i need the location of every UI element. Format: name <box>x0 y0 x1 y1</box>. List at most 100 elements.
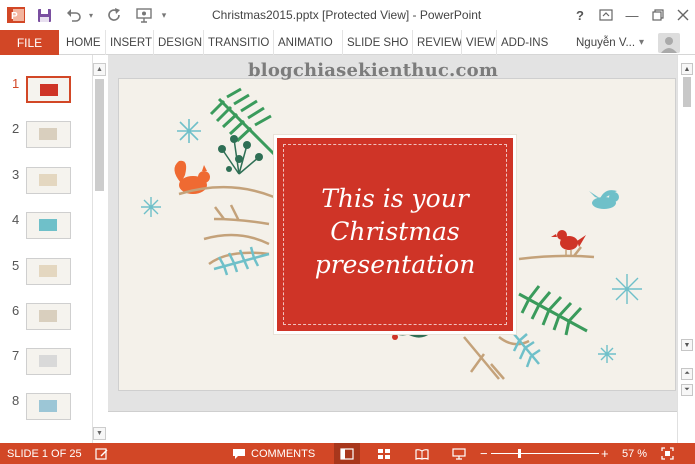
next-slide-icon[interactable]: ⏷ <box>681 384 693 396</box>
fern-icon <box>512 333 541 368</box>
slide-thumbnail[interactable]: 3 <box>0 163 92 203</box>
scroll-down-arrow-icon[interactable]: ▼ <box>681 339 693 351</box>
ribbon-display-icon[interactable] <box>593 2 619 28</box>
title-placeholder[interactable]: This is your Christmas presentation <box>274 135 516 334</box>
slide-number: 7 <box>12 348 20 363</box>
user-name: Nguyễn V... <box>576 36 636 49</box>
slide-thumbnail-image[interactable] <box>26 76 71 103</box>
tab-home[interactable]: HOME <box>62 30 106 55</box>
slide-thumbnail-image[interactable] <box>26 258 71 285</box>
tab-design[interactable]: DESIGN <box>154 30 204 55</box>
title-bar: P ▾ ▾ Christmas2015.pptx [Protected View… <box>0 0 695 30</box>
notes-pane[interactable] <box>108 411 677 443</box>
slide-number: 3 <box>12 167 20 182</box>
thumbnail-content <box>39 128 57 140</box>
save-icon[interactable] <box>32 3 56 27</box>
thumbnail-content <box>39 355 57 367</box>
minimize-button[interactable]: — <box>619 2 645 28</box>
redo-icon[interactable] <box>102 3 126 27</box>
tab-view[interactable]: VIEW <box>462 30 497 55</box>
normal-view-icon[interactable] <box>334 443 360 464</box>
slide-thumbnail-image[interactable] <box>26 121 71 148</box>
comments-label: COMMENTS <box>251 447 316 460</box>
slide-thumbnail[interactable]: 4 <box>0 208 92 248</box>
tab-transitions[interactable]: TRANSITIO <box>204 30 274 55</box>
branch-icon <box>518 246 595 261</box>
restore-icon[interactable] <box>645 2 671 28</box>
slide-thumbnail-image[interactable] <box>26 393 71 420</box>
reading-view-icon[interactable] <box>415 443 429 464</box>
previous-slide-icon[interactable]: ⏶ <box>681 368 693 380</box>
slide-show-icon[interactable] <box>452 443 466 464</box>
quick-access-toolbar: P ▾ ▾ <box>0 0 172 30</box>
tab-slide-show[interactable]: SLIDE SHO <box>343 30 413 55</box>
tab-file[interactable]: FILE <box>0 30 59 55</box>
berry-branch-icon <box>218 135 263 175</box>
scroll-down-arrow-icon[interactable]: ▼ <box>93 427 106 440</box>
tab-animations[interactable]: ANIMATIO <box>274 30 343 55</box>
slide-counter: SLIDE 1 OF 25 <box>7 447 82 460</box>
tab-insert[interactable]: INSERT <box>106 30 154 55</box>
undo-dropdown-icon[interactable]: ▾ <box>86 3 96 27</box>
slide-number: 8 <box>12 393 20 408</box>
scroll-up-arrow-icon[interactable]: ▲ <box>681 63 693 75</box>
zoom-out-button[interactable]: − <box>480 443 488 464</box>
thumbnail-content <box>39 265 57 277</box>
current-slide[interactable]: This is your Christmas presentation <box>118 78 676 391</box>
bird-icon <box>551 230 586 256</box>
slide-thumbnail-image[interactable] <box>26 303 71 330</box>
zoom-in-button[interactable]: + <box>601 443 609 464</box>
slide-number: 6 <box>12 303 20 318</box>
slide-thumbnail[interactable]: 1 <box>0 72 92 112</box>
slide-thumbnail[interactable]: 2 <box>0 117 92 157</box>
zoom-slider[interactable] <box>491 453 599 454</box>
snowflake-icon <box>141 197 161 217</box>
help-button[interactable]: ? <box>567 2 593 28</box>
slide-thumbnail-image[interactable] <box>26 167 71 194</box>
slide-scrollbar[interactable]: ▲ ▼ ⏶ ⏷ <box>677 55 695 443</box>
scrollbar-thumb[interactable] <box>95 79 104 191</box>
presenter-icon[interactable] <box>132 3 156 27</box>
slide-thumbnail[interactable]: 8 <box>0 389 92 429</box>
slide-thumbnail-image[interactable] <box>26 348 71 375</box>
scroll-up-arrow-icon[interactable]: ▲ <box>93 63 106 76</box>
snowflake-icon <box>612 274 642 304</box>
powerpoint-logo-icon[interactable]: P <box>4 3 28 27</box>
zoom-slider-thumb[interactable] <box>518 449 522 458</box>
comments-button[interactable]: COMMENTS <box>232 443 315 464</box>
powerpoint-window: P ▾ ▾ Christmas2015.pptx [Protected View… <box>0 0 695 464</box>
window-title: Christmas2015.pptx [Protected View] - Po… <box>212 8 482 22</box>
close-icon[interactable] <box>671 2 695 28</box>
ribbon-tabs: HOME INSERT DESIGN TRANSITIO ANIMATIO SL… <box>62 30 551 55</box>
customize-qat-icon[interactable]: ▾ <box>156 3 172 27</box>
zoom-percent[interactable]: 57 % <box>622 443 647 464</box>
tab-review[interactable]: REVIEW <box>413 30 462 55</box>
thumbnail-scrollbar[interactable]: ▲ ▼ <box>92 55 106 443</box>
thumbnail-content <box>39 174 57 186</box>
tab-add-ins[interactable]: ADD-INS <box>497 30 551 55</box>
slide-thumbnail-image[interactable] <box>26 212 71 239</box>
slide-sorter-icon[interactable] <box>377 443 391 464</box>
ribbon-tab-bar: FILE HOME INSERT DESIGN TRANSITIO ANIMAT… <box>0 30 695 55</box>
notes-edit-icon[interactable] <box>95 443 109 464</box>
pine-branch-icon <box>518 285 588 336</box>
undo-icon[interactable] <box>62 3 86 27</box>
status-bar: SLIDE 1 OF 25 COMMENTS − + 57 % <box>0 443 695 464</box>
slide-editing-area: This is your Christmas presentation <box>108 55 677 443</box>
slide-number: 2 <box>12 121 20 136</box>
fit-slide-icon[interactable] <box>661 443 674 464</box>
slide-thumbnail[interactable]: 5 <box>0 254 92 294</box>
scrollbar-thumb[interactable] <box>683 77 691 107</box>
branch-icon <box>178 186 275 266</box>
slide-thumbnail[interactable]: 7 <box>0 344 92 384</box>
comment-icon <box>233 448 245 459</box>
user-account[interactable]: Nguyễn V... ▾ <box>576 30 644 55</box>
slide-thumbnail[interactable]: 6 <box>0 299 92 339</box>
fern-icon <box>213 246 270 276</box>
slide-title[interactable]: This is your Christmas presentation <box>277 182 513 281</box>
snowflake-icon <box>177 119 201 143</box>
user-dropdown-icon: ▾ <box>639 37 645 48</box>
avatar[interactable] <box>658 33 680 53</box>
slide-number: 5 <box>12 258 20 273</box>
slide-number: 4 <box>12 212 20 227</box>
